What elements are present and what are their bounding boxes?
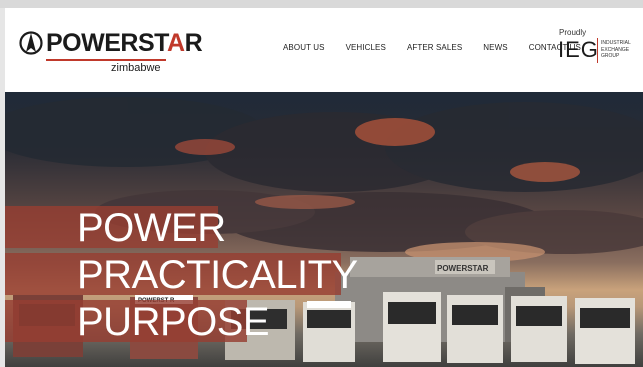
truck-7 bbox=[511, 296, 567, 362]
logo-accent-letter: A bbox=[167, 29, 185, 57]
ieg-subtitle: INDUSTRIAL EXCHANGE GROUP bbox=[601, 40, 631, 59]
ieg-proudly-label: Proudly bbox=[559, 28, 587, 37]
hero-headline-power: POWER bbox=[5, 206, 226, 250]
site-header: POWERSTAR zimbabwe ABOUT US VEHICLES AFT… bbox=[5, 8, 643, 92]
logo-country: zimbabwe bbox=[111, 62, 161, 74]
hero-headline-practicality: PRACTICALITY bbox=[5, 253, 358, 297]
ieg-divider bbox=[597, 38, 598, 63]
powerstar-emblem-icon bbox=[19, 31, 43, 55]
logo-underline bbox=[46, 59, 166, 61]
ieg-mark: IEG bbox=[558, 37, 599, 62]
logo-wordmark: POWERSTAR bbox=[46, 29, 203, 57]
nav-news[interactable]: NEWS bbox=[483, 43, 507, 57]
truck-8 bbox=[575, 298, 635, 364]
building-sign: POWERSTAR bbox=[437, 264, 489, 273]
hero-headline-purpose: PURPOSE bbox=[5, 300, 270, 344]
hero-banner: POWERSTAR POWERST R bbox=[5, 92, 643, 367]
main-nav: ABOUT US VEHICLES AFTER SALES NEWS CONTA… bbox=[283, 43, 581, 57]
truck-5 bbox=[383, 292, 441, 362]
truck-4 bbox=[303, 301, 355, 362]
ieg-partner-logo[interactable]: Proudly IEG INDUSTRIAL EXCHANGE GROUP bbox=[558, 28, 643, 78]
truck-6 bbox=[447, 295, 503, 363]
nav-about-us[interactable]: ABOUT US bbox=[283, 43, 325, 57]
powerstar-logo[interactable]: POWERSTAR zimbabwe bbox=[19, 28, 203, 78]
browser-top-strip bbox=[0, 0, 643, 8]
nav-vehicles[interactable]: VEHICLES bbox=[346, 43, 386, 57]
nav-after-sales[interactable]: AFTER SALES bbox=[407, 43, 462, 57]
